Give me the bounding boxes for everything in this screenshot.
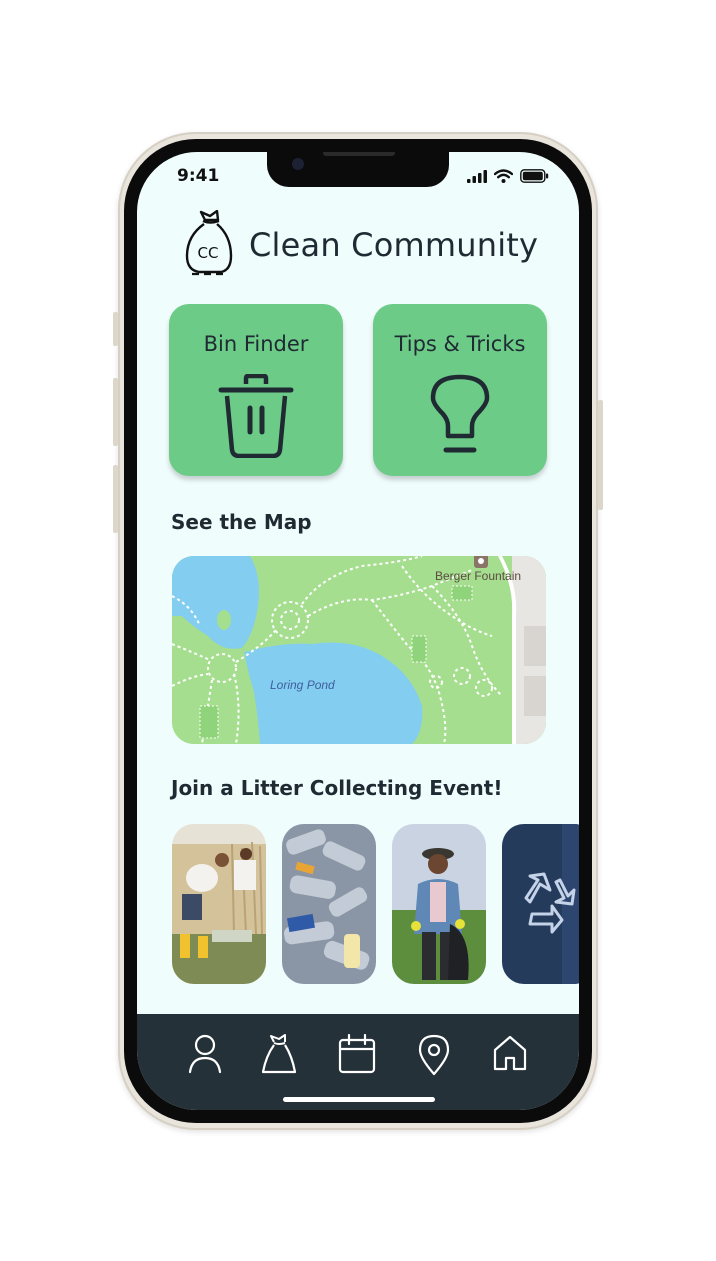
nav-calendar[interactable] [337,1034,377,1078]
map-water-label: Loring Pond [270,678,335,692]
app-title: Clean Community [249,226,539,264]
volume-up-button [113,378,118,446]
recycling-symbol-photo [502,824,579,984]
app-header: CC Clean Community [183,210,538,280]
event-card-bottles[interactable] [282,824,376,984]
events-section-title: Join a Litter Collecting Event! [171,776,503,800]
bin-finder-card[interactable]: Bin Finder [169,304,343,476]
map-poi-label: Berger Fountain [435,569,522,583]
status-icons [467,169,549,183]
nav-location[interactable] [414,1034,454,1078]
power-button [598,400,603,510]
plastic-bottles-photo [282,824,376,984]
map-section-title: See the Map [171,510,312,534]
calendar-icon [338,1034,376,1074]
tips-and-tricks-label: Tips & Tricks [394,332,526,356]
nav-home[interactable] [490,1034,530,1078]
front-camera [292,158,304,170]
event-card-volunteers[interactable] [172,824,266,984]
tips-and-tricks-card[interactable]: Tips & Tricks [373,304,547,476]
app-logo-icon: CC [185,210,233,276]
signal-icon [467,169,487,183]
volunteers-picking-litter-photo [172,824,266,984]
home-icon [493,1035,527,1071]
profile-icon [188,1034,222,1074]
trash-bin-icon [218,374,294,458]
status-time: 9:41 [177,166,220,186]
mute-switch [113,312,118,346]
logo-text: CC [198,244,219,262]
location-pin-icon [418,1034,450,1076]
event-card-volunteer[interactable] [392,824,486,984]
nav-trash-bag[interactable] [259,1034,299,1078]
home-indicator [283,1097,435,1102]
bottom-navbar [137,1014,579,1110]
volume-down-button [113,465,118,533]
app-screen: 9:41 CC Clean Community Bin Finder Tips … [137,152,579,1110]
bin-finder-label: Bin Finder [203,332,309,356]
volunteer-with-trash-bag-photo [392,824,486,984]
map-preview[interactable]: Berger Fountain Loring Pond [172,556,546,744]
battery-icon [520,169,549,183]
wifi-icon [494,169,513,183]
map-graphic [172,556,546,744]
event-card-recycling[interactable] [502,824,579,984]
earpiece-speaker [323,152,395,156]
events-carousel[interactable] [172,824,579,988]
nav-profile[interactable] [185,1034,225,1078]
lightbulb-icon [430,374,490,453]
trash-bag-icon [261,1034,297,1074]
notch [267,152,449,187]
